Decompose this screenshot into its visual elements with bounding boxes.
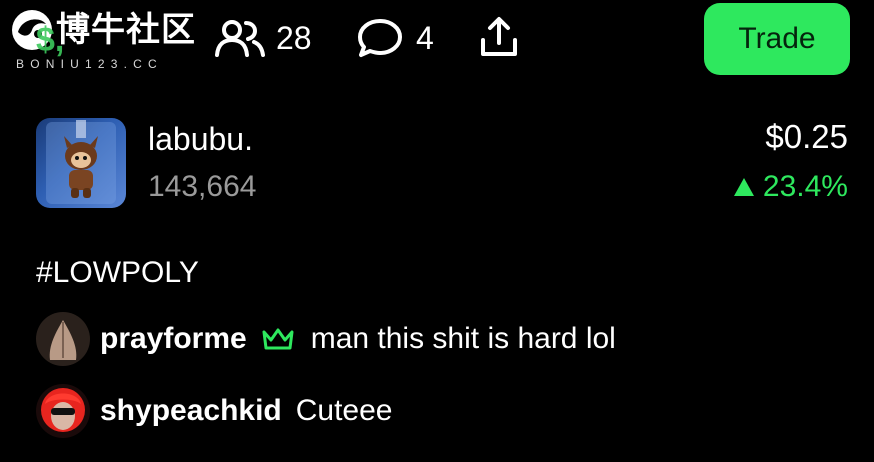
- comments-stat[interactable]: 4: [356, 18, 434, 58]
- hashtag[interactable]: #LOWPOLY: [36, 254, 199, 292]
- comment-item: shypeachkid Cuteee: [36, 384, 393, 438]
- share-icon[interactable]: [478, 16, 520, 58]
- comment-item: prayforme man this shit is hard lol: [36, 312, 616, 366]
- triangle-up-icon: [733, 178, 754, 196]
- comment-bubble-icon: [358, 19, 402, 57]
- holders-stat[interactable]: 28: [214, 18, 312, 58]
- token-thumbnail[interactable]: [36, 118, 126, 208]
- price-change-value: 23.4%: [762, 170, 848, 203]
- crown-icon: [262, 328, 294, 350]
- comment-username[interactable]: prayforme: [100, 322, 247, 356]
- token-price: $0.25: [765, 118, 848, 155]
- avatar[interactable]: [36, 312, 90, 366]
- avatar[interactable]: [36, 384, 90, 438]
- price-change: 23.4%: [733, 168, 848, 206]
- watermark-subtitle: BONIU123.CC: [16, 57, 163, 71]
- labubu-figure-icon: [46, 120, 116, 204]
- comment-text: Cuteee: [295, 394, 393, 427]
- comment-text: man this shit is hard lol: [310, 322, 616, 355]
- praying-hands-avatar-icon: [36, 312, 90, 366]
- users-icon: [215, 20, 265, 57]
- token-count: 143,664: [148, 170, 257, 203]
- token-name[interactable]: labubu.: [148, 120, 253, 158]
- red-hair-avatar-icon: [36, 384, 90, 438]
- comments-count: 4: [416, 20, 434, 56]
- trade-button[interactable]: Trade: [704, 3, 850, 75]
- watermark-title: 博牛社区: [56, 11, 196, 49]
- comment-username[interactable]: shypeachkid: [100, 394, 282, 428]
- holders-count: 28: [276, 20, 312, 56]
